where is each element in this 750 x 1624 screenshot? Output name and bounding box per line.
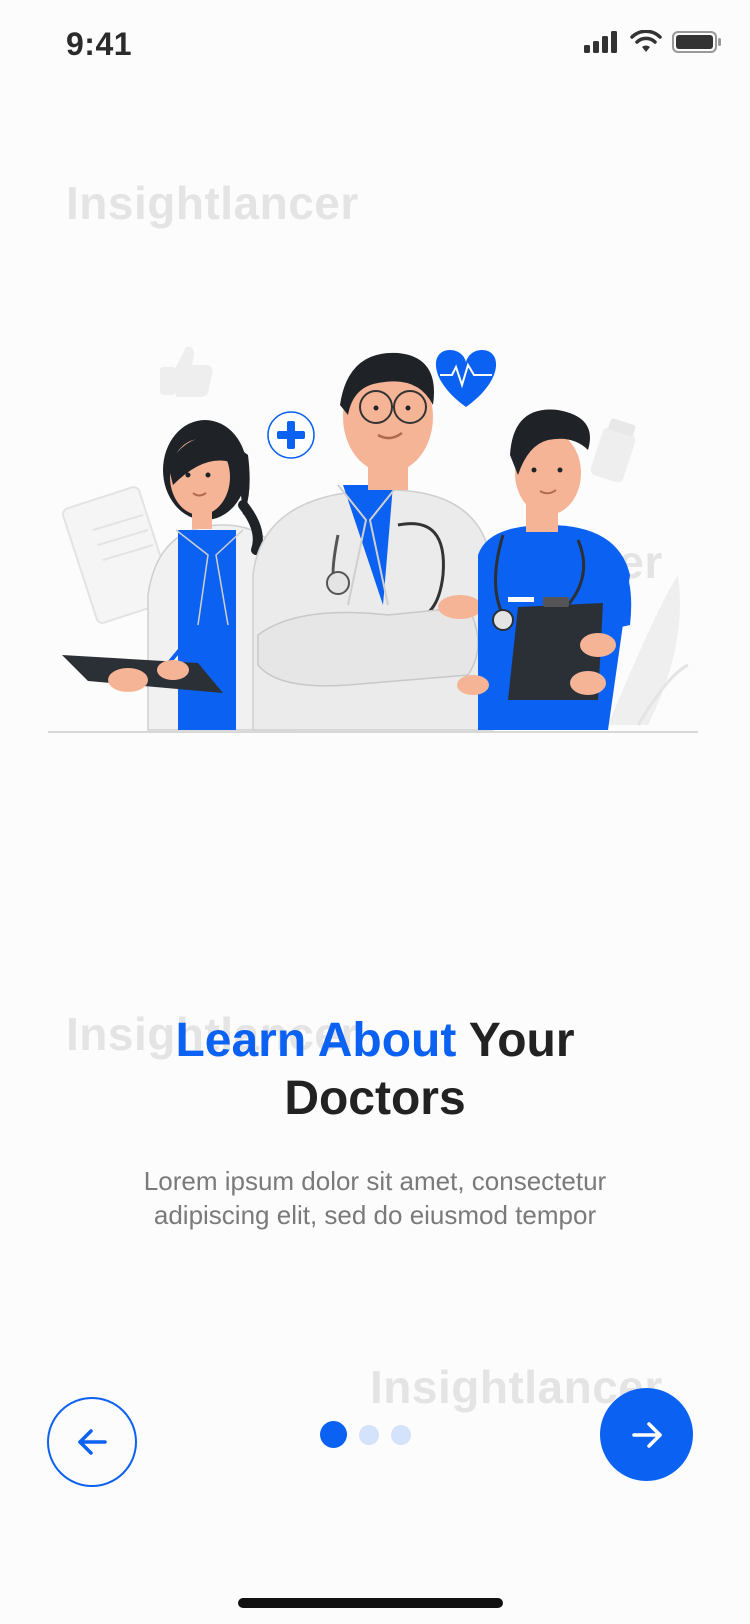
subtitle-line1: Lorem ipsum dolor sit amet, consectetur (143, 1166, 607, 1196)
arrow-left-icon (78, 1429, 107, 1455)
page-dot-2[interactable] (359, 1424, 379, 1445)
heart-pulse-icon (435, 350, 497, 407)
battery-icon (672, 31, 721, 53)
onboarding-title: Learn About Your Doctors (0, 1012, 750, 1128)
arrow-right-icon (631, 1421, 662, 1448)
male-doctor-figure (252, 352, 494, 731)
home-indicator[interactable] (238, 1598, 503, 1608)
page-dot-1[interactable] (320, 1421, 347, 1448)
title-rest: Your (468, 1014, 575, 1067)
medical-cross-icon (267, 411, 315, 459)
page-dot-3[interactable] (391, 1424, 411, 1445)
pagination-dots (320, 1421, 411, 1448)
status-bar: 9:41 (0, 0, 750, 90)
thumbs-up-icon (160, 346, 213, 397)
next-button[interactable] (600, 1388, 693, 1481)
pill-bottle-icon (590, 418, 636, 483)
watermark: Insightlancer (66, 177, 359, 229)
onboarding-subtitle: Lorem ipsum dolor sit amet, consectetur … (90, 1164, 660, 1232)
status-icons (584, 30, 722, 54)
doctors-illustration (48, 346, 698, 733)
wifi-icon (630, 30, 662, 52)
title-line2: Doctors (284, 1072, 466, 1125)
back-button[interactable] (47, 1397, 137, 1487)
title-accent: Learn About (175, 1014, 457, 1067)
status-time: 9:41 (66, 26, 133, 62)
cellular-signal-icon (584, 31, 617, 53)
subtitle-line2: adipiscing elit, sed do eiusmod tempor (153, 1200, 597, 1230)
